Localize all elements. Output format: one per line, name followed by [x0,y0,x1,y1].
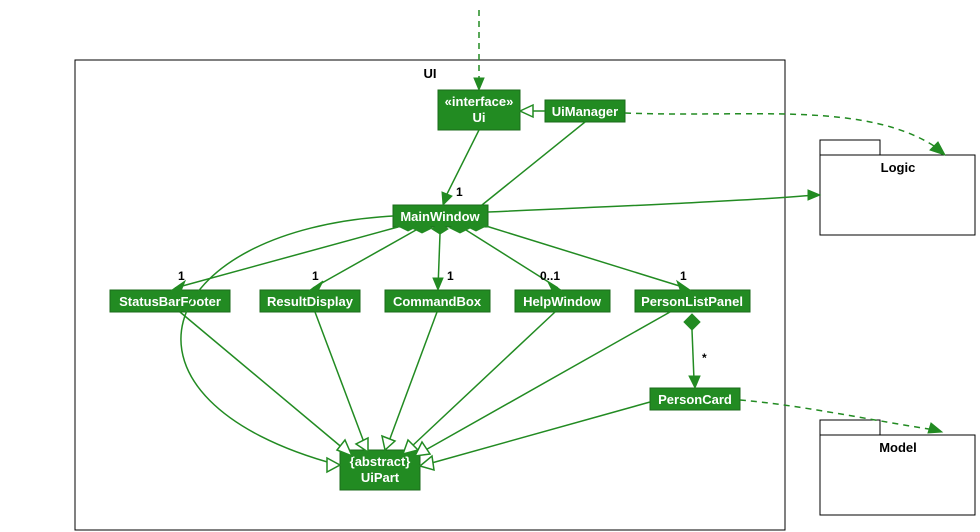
edge-main-to-resultdisplay: 1 [310,223,432,291]
node-command-box: CommandBox [385,290,490,312]
package-title: UI [424,66,437,81]
mult-main-cmd: 1 [447,269,454,283]
node-person-card: PersonCard [650,388,740,410]
edge-main-to-commandbox: 1 [432,224,454,290]
mult-plp-card: * [702,351,707,365]
edge-mainwindow-to-logic [488,190,820,212]
mult-main-help: 0..1 [540,269,560,283]
mult-main-status: 1 [178,269,185,283]
status-bar-footer-name: StatusBarFooter [119,294,221,309]
node-ui-interface: «interface» Ui [438,90,520,130]
ui-part-stereotype: {abstract} [350,454,411,469]
node-person-list-panel: PersonListPanel [635,290,750,312]
ui-stereotype: «interface» [445,94,514,109]
package-model: Model [820,420,975,515]
mult-main-plp: 1 [680,269,687,283]
model-label: Model [879,440,917,455]
node-status-bar-footer: StatusBarFooter [110,290,230,312]
node-help-window: HelpWindow [515,290,610,312]
command-box-name: CommandBox [393,294,482,309]
edge-plp-to-personcard: * [684,314,707,388]
ui-name: Ui [473,110,486,125]
person-card-name: PersonCard [658,392,732,407]
mult-ui-main: 1 [456,185,463,199]
ui-manager-name: UiManager [552,104,618,119]
edge-commandbox-extends-uipart [382,312,437,450]
result-display-name: ResultDisplay [267,294,354,309]
edge-statusbar-extends-uipart [180,312,352,456]
mult-main-result: 1 [312,269,319,283]
edge-uimanager-realizes-ui [520,105,545,117]
edge-plp-extends-uipart [415,312,670,456]
edge-main-to-personlistpanel: 1 [466,221,690,292]
edge-helpwindow-extends-uipart [403,312,555,454]
edge-personcard-extends-uipart [420,402,650,470]
edge-main-to-helpwindow: 0..1 [450,223,561,292]
logic-label: Logic [881,160,916,175]
node-result-display: ResultDisplay [260,290,360,312]
person-list-panel-name: PersonListPanel [641,294,743,309]
node-ui-manager: UiManager [545,100,625,122]
help-window-name: HelpWindow [523,294,602,309]
main-window-name: MainWindow [400,209,480,224]
edge-personcard-to-model [740,400,942,433]
edge-external-to-ui [474,10,484,90]
ui-part-name: UiPart [361,470,400,485]
edge-ui-to-mainwindow: 1 [442,130,479,205]
package-logic: Logic [820,140,975,235]
edge-uimanager-to-mainwindow [482,122,585,205]
